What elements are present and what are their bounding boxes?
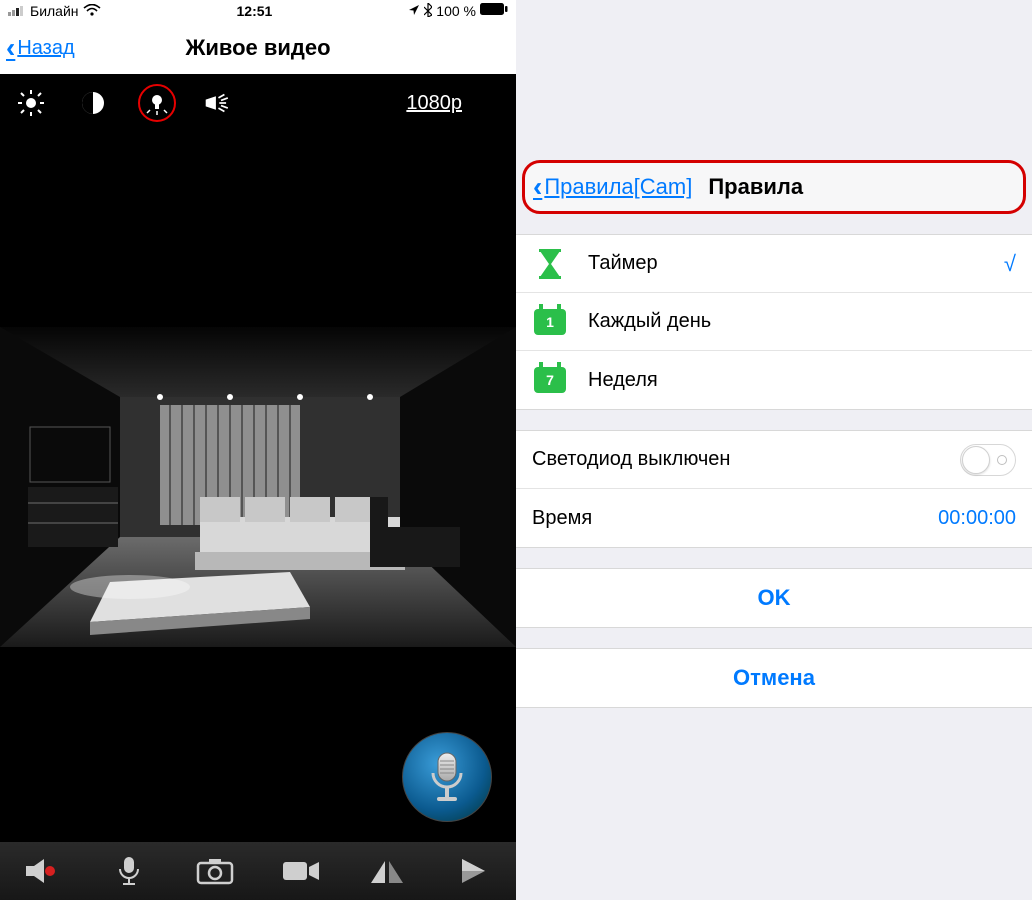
timer-label: Таймер [588, 252, 658, 275]
rules-nav-bar: ‹ Правила[Cam] Правила [522, 160, 1026, 214]
mic-small-icon[interactable] [109, 851, 149, 891]
record-icon[interactable] [281, 851, 321, 891]
timer-option[interactable]: Таймер √ [516, 235, 1032, 293]
back-button[interactable]: ‹ Назад [0, 32, 75, 64]
contrast-icon[interactable] [76, 86, 110, 120]
mute-icon[interactable] [23, 851, 63, 891]
clock: 12:51 [237, 3, 273, 19]
battery-icon [480, 3, 508, 19]
hourglass-icon [532, 249, 568, 279]
status-bar: Билайн 12:51 100 % [0, 0, 516, 22]
mirror-icon[interactable] [367, 851, 407, 891]
wifi-icon [83, 3, 101, 19]
rules-back-label: Правила[Cam] [544, 174, 692, 200]
snapshot-icon[interactable] [195, 851, 235, 891]
video-area: 1080p [0, 74, 516, 900]
chevron-left-icon: ‹ [6, 32, 15, 64]
weekly-option[interactable]: 7 Неделя [516, 351, 1032, 409]
bluetooth-icon [424, 3, 432, 20]
daily-option[interactable]: 1 Каждый день [516, 293, 1032, 351]
video-controls: 1080p [0, 74, 516, 132]
ok-button[interactable]: OK [516, 569, 1032, 627]
location-icon [408, 3, 420, 19]
led-icon[interactable] [138, 84, 176, 122]
led-off-row: Светодиод выключен [516, 431, 1032, 489]
carrier-label: Билайн [30, 3, 79, 19]
cancel-button[interactable]: Отмена [516, 649, 1032, 707]
calendar-day-icon: 1 [532, 309, 568, 335]
time-row[interactable]: Время 00:00:00 [516, 489, 1032, 547]
led-toggle[interactable] [960, 444, 1016, 476]
rules-panel: ‹ Правила[Cam] Правила Таймер √ 1 Каждый… [516, 0, 1032, 900]
page-title: Живое видео [0, 35, 516, 61]
rules-title: Правила [708, 174, 803, 200]
nav-bar: ‹ Назад Живое видео [0, 22, 516, 74]
check-icon: √ [1004, 251, 1016, 277]
schedule-type-group: Таймер √ 1 Каждый день 7 Неделя [516, 234, 1032, 410]
back-label: Назад [17, 37, 74, 60]
time-value: 00:00:00 [938, 507, 1016, 530]
cancel-group: Отмена [516, 648, 1032, 708]
calendar-week-icon: 7 [532, 367, 568, 393]
live-video-panel: Билайн 12:51 100 % ‹ Назад Живое видео [0, 0, 516, 900]
weekly-label: Неделя [588, 369, 658, 392]
chevron-left-icon: ‹ [533, 171, 542, 203]
daily-label: Каждый день [588, 310, 711, 333]
play-icon[interactable] [453, 851, 493, 891]
light-burst-icon[interactable] [204, 86, 238, 120]
bottom-toolbar [0, 842, 516, 900]
time-label: Время [532, 507, 592, 530]
led-off-label: Светодиод выключен [532, 448, 730, 471]
brightness-icon[interactable] [14, 86, 48, 120]
signal-icon [8, 3, 26, 19]
push-to-talk-button[interactable] [402, 732, 492, 822]
led-group: Светодиод выключен Время 00:00:00 [516, 430, 1032, 548]
rules-back-button[interactable]: ‹ Правила[Cam] [533, 171, 692, 203]
resolution-button[interactable]: 1080p [406, 92, 462, 115]
battery-pct: 100 % [436, 3, 476, 19]
ok-group: OK [516, 568, 1032, 628]
